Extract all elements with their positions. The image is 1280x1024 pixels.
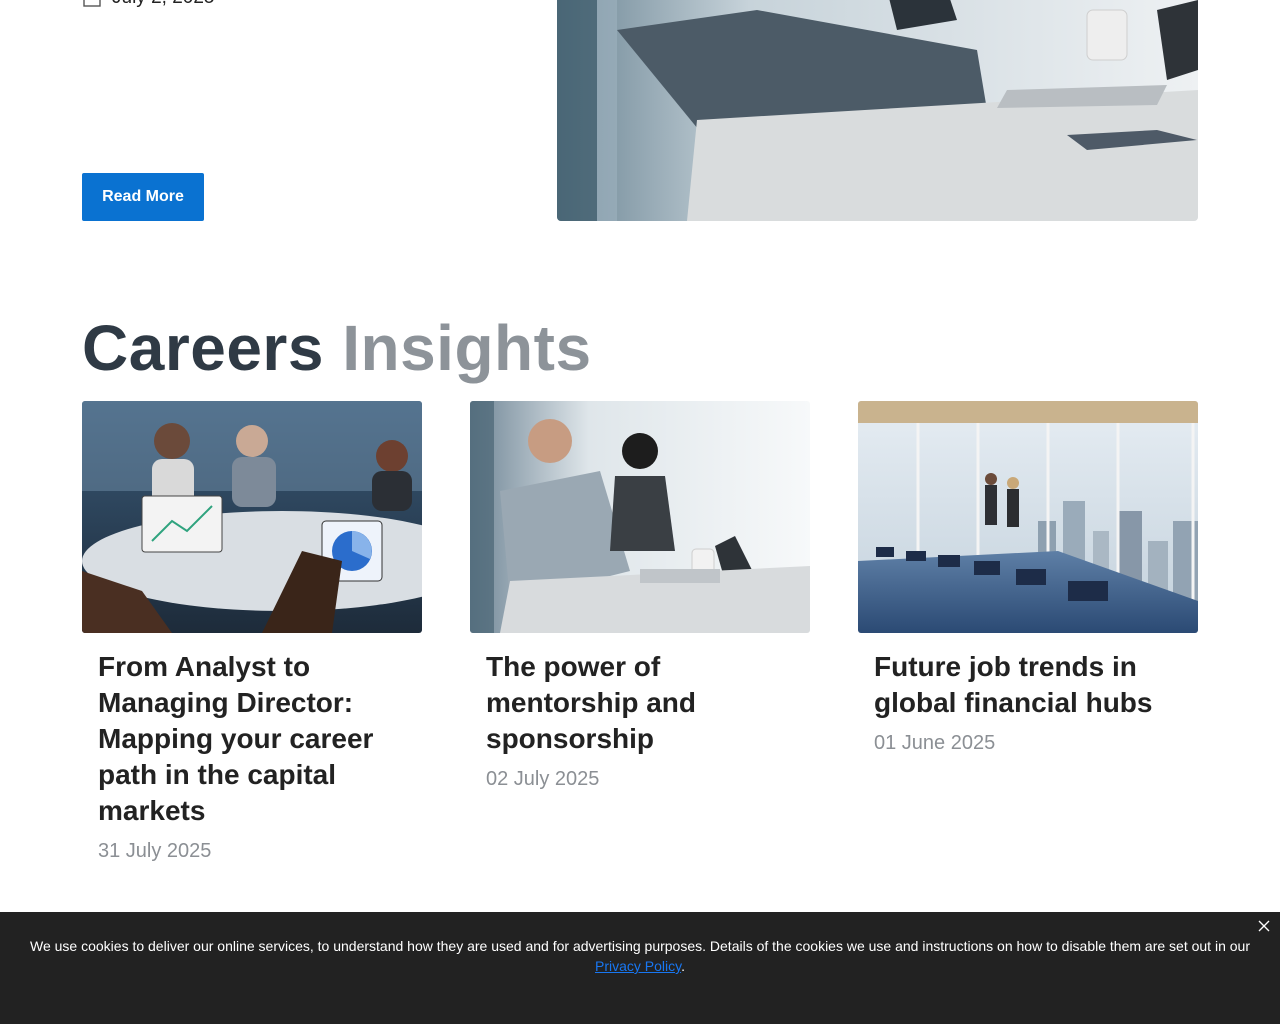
featured-date-text: July 2, 2025 [112,0,214,9]
card-title[interactable]: From Analyst to Managing Director: Mappi… [98,649,406,829]
section-title-primary: Careers [82,312,324,384]
cookie-text: We use cookies to deliver our online ser… [30,938,1250,954]
featured-image [557,0,1198,221]
cookie-suffix: . [681,958,685,974]
card-image[interactable] [858,401,1198,633]
privacy-policy-link[interactable]: Privacy Policy [595,958,681,974]
section-title-secondary: Insights [342,312,592,384]
cookie-banner: We use cookies to deliver our online ser… [0,912,1280,1024]
cookie-message: We use cookies to deliver our online ser… [30,936,1250,976]
card-image[interactable] [82,401,422,633]
card-date: 01 June 2025 [874,732,996,754]
card-title[interactable]: The power of mentorship and sponsorship [486,649,794,757]
card-image[interactable] [470,401,810,633]
section-title: Careers Insights [82,310,592,386]
card-date: 02 July 2025 [486,768,600,790]
featured-date: July 2, 2025 [82,0,214,10]
close-icon[interactable] [1256,918,1272,934]
card-title[interactable]: Future job trends in global financial hu… [874,649,1182,721]
card-date: 31 July 2025 [98,840,212,862]
read-more-button[interactable]: Read More [82,173,204,221]
insight-card[interactable]: From Analyst to Managing Director: Mappi… [82,401,422,865]
insight-card[interactable]: The power of mentorship and sponsorship … [470,401,810,793]
insight-card[interactable]: Future job trends in global financial hu… [858,401,1198,757]
calendar-icon [82,0,102,8]
